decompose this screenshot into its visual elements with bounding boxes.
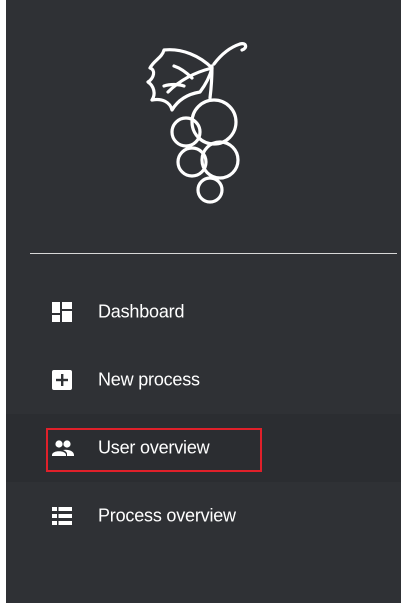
sidebar-item-user-overview[interactable]: User overview (6, 414, 401, 482)
grape-icon (146, 42, 248, 204)
sidebar: Dashboard New process User overview Proc… (6, 0, 401, 603)
sidebar-item-label: User overview (98, 437, 210, 458)
divider (30, 253, 397, 254)
sidebar-nav: Dashboard New process User overview Proc… (6, 278, 401, 550)
users-icon (52, 440, 74, 456)
sidebar-item-new-process[interactable]: New process (6, 346, 401, 414)
sidebar-item-dashboard[interactable]: Dashboard (6, 278, 401, 346)
list-icon (52, 507, 72, 525)
sidebar-item-label: Process overview (98, 505, 236, 526)
sidebar-item-label: New process (98, 369, 200, 390)
plus-box-icon (52, 370, 72, 390)
dashboard-icon (52, 302, 72, 322)
sidebar-item-process-overview[interactable]: Process overview (6, 482, 401, 550)
sidebar-item-label: Dashboard (98, 301, 185, 322)
